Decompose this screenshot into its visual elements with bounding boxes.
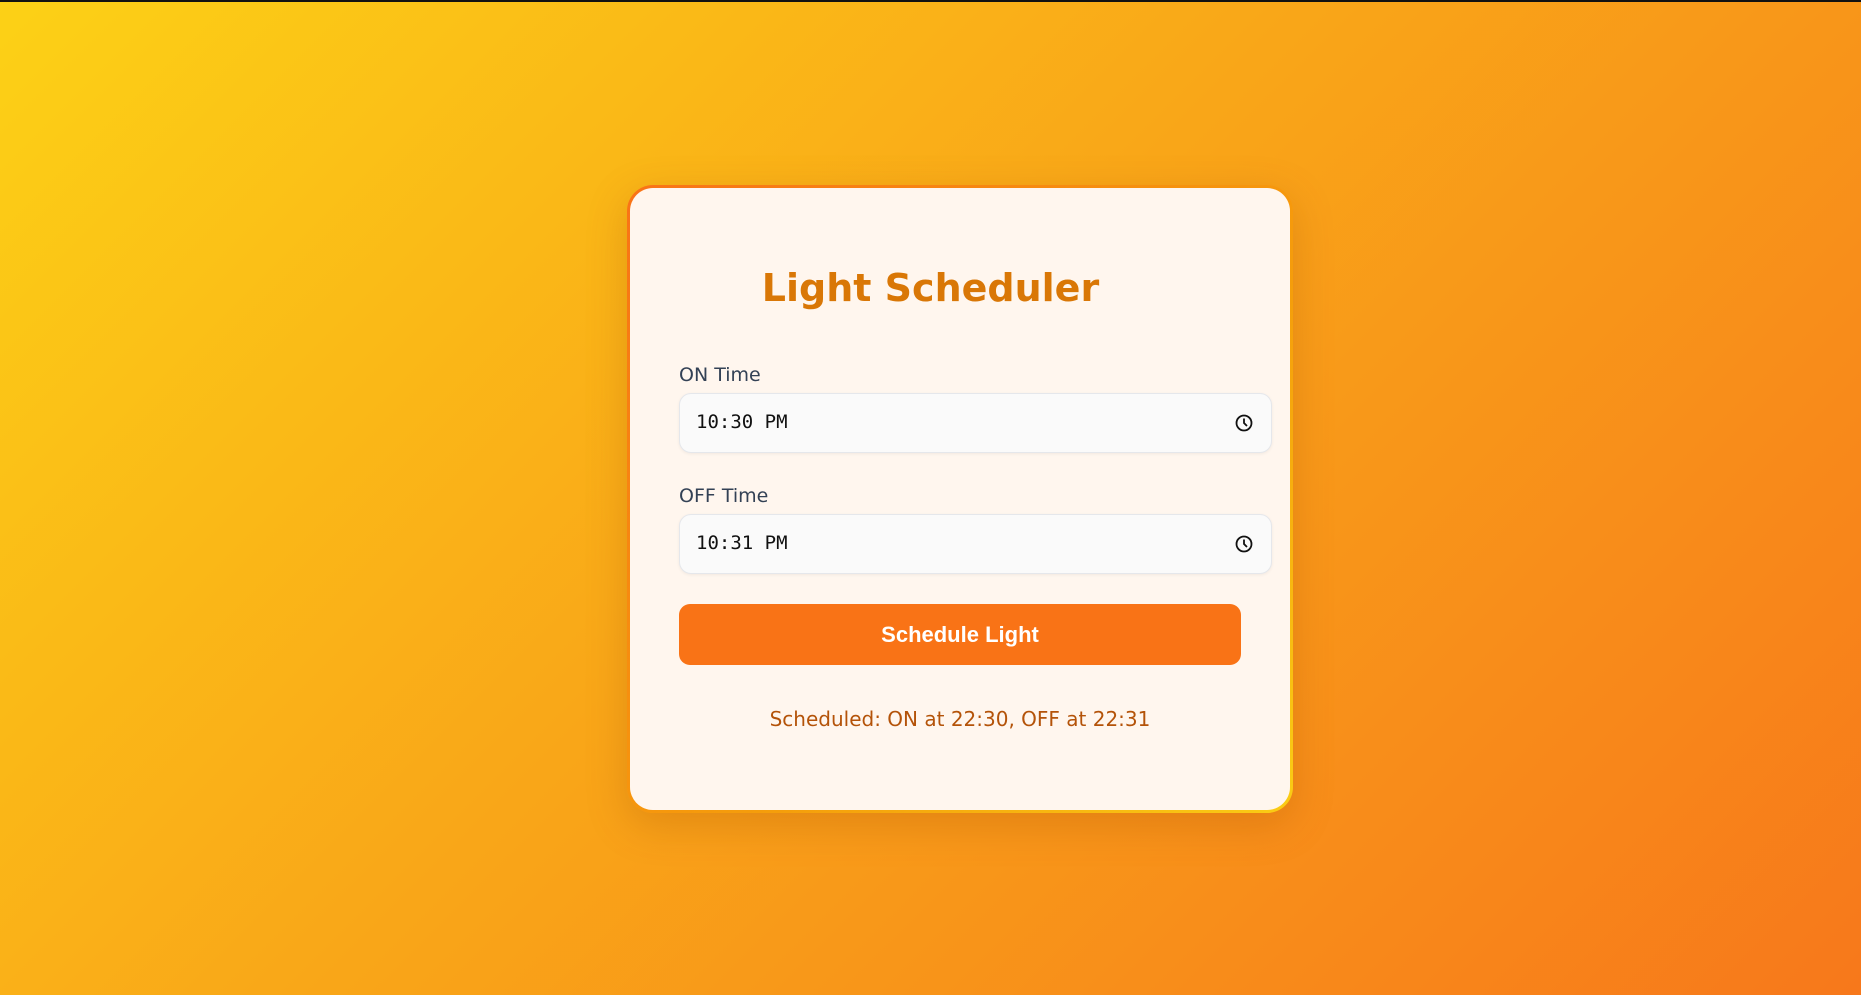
schedule-status: Scheduled: ON at 22:30, OFF at 22:31 bbox=[769, 707, 1151, 731]
off-time-label: OFF Time bbox=[679, 485, 769, 507]
off-time-value: 10:31 PM bbox=[696, 532, 788, 554]
browser-top-edge bbox=[0, 0, 1861, 2]
clock-icon[interactable] bbox=[1234, 534, 1254, 554]
on-time-input[interactable]: 10:30 PM bbox=[679, 393, 1272, 453]
page-title: Light Scheduler bbox=[761, 266, 1100, 310]
off-time-input[interactable]: 10:31 PM bbox=[679, 514, 1272, 574]
on-time-label: ON Time bbox=[679, 364, 761, 386]
schedule-light-button[interactable]: Schedule Light bbox=[679, 604, 1241, 665]
clock-icon[interactable] bbox=[1234, 413, 1254, 433]
on-time-value: 10:30 PM bbox=[696, 411, 788, 433]
